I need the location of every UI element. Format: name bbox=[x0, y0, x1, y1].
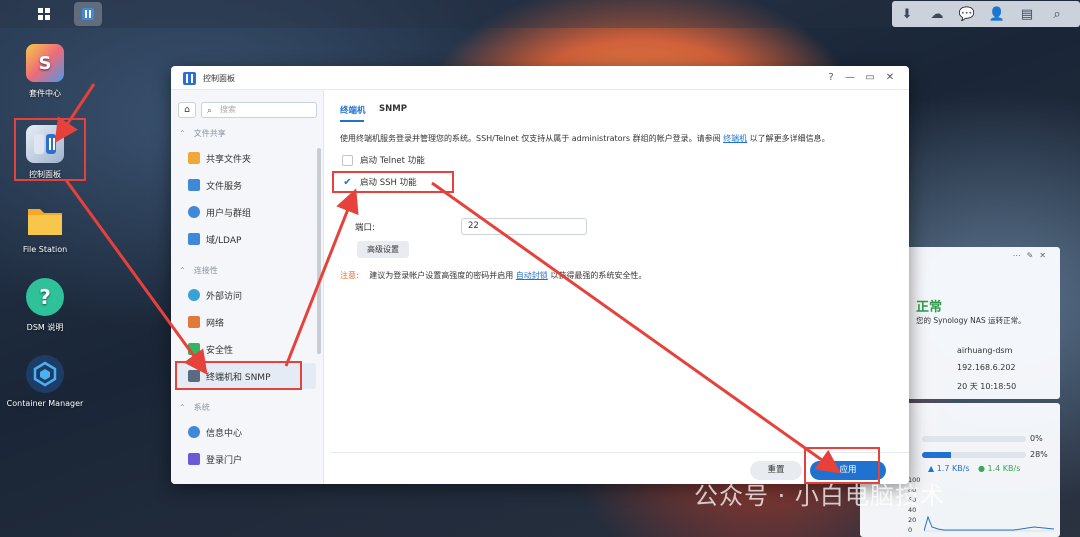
arrow-to-apply bbox=[431, 181, 841, 474]
arrow-to-ssh bbox=[284, 188, 359, 367]
arrow-to-terminal-snmp bbox=[64, 179, 208, 375]
watermark: 公众号 · 小白电脑技术 bbox=[694, 482, 945, 510]
annotation-arrows bbox=[54, 83, 841, 474]
arrow-to-control-panel bbox=[54, 83, 96, 143]
